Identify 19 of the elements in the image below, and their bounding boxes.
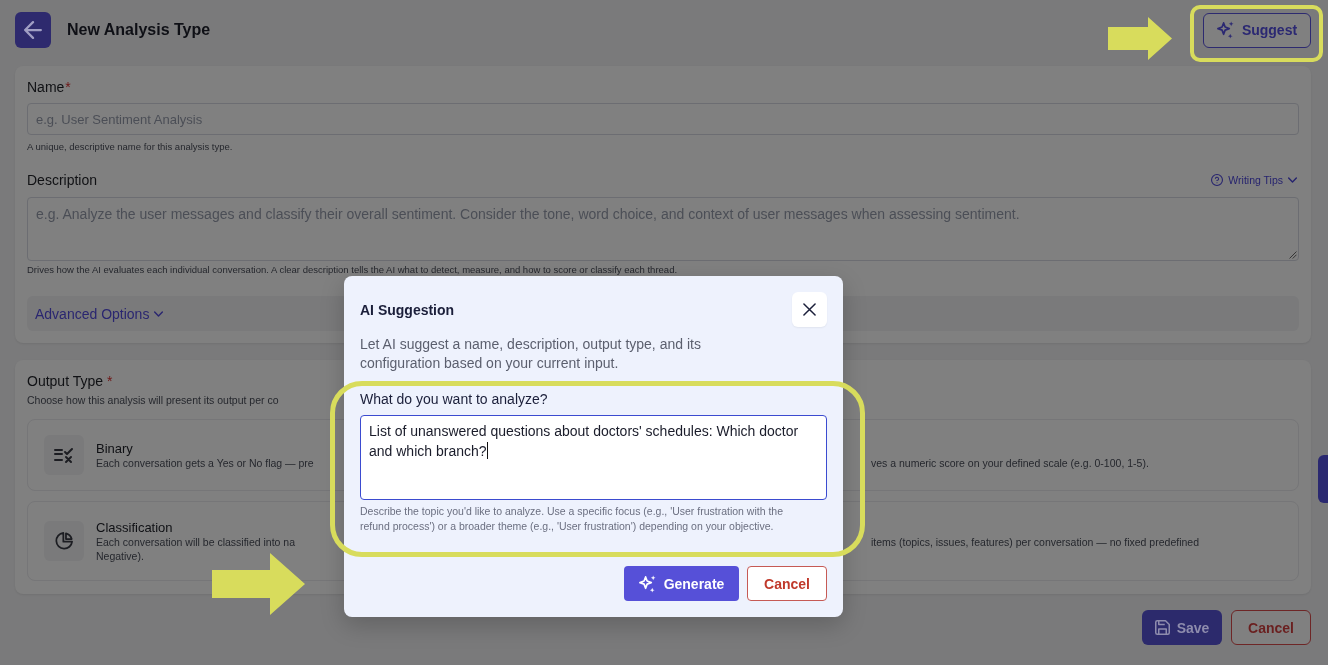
field-label: Description xyxy=(27,171,98,189)
field-help-text: Drives how the AI evaluates each individual conversation. A clear description tells the AI what to detect, measure, and how to score or classify each thread. xyxy=(27,264,678,275)
required-mark: * xyxy=(65,78,71,96)
dialog-description: Let AI suggest a name, description, output type, and its configuration based on your current input. xyxy=(360,335,702,373)
option-title: Binary xyxy=(96,440,133,456)
option-description: Each conversation gets a Yes or No flag — pre xyxy=(96,456,314,470)
field-label: Name xyxy=(27,78,65,96)
section-help-text: Choose how this analysis will present its output per co xyxy=(27,393,279,407)
option-description: Each conversation will be classified into na xyxy=(96,534,296,549)
dialog-title: AI Suggestion xyxy=(360,301,455,318)
option-title: Classification xyxy=(96,519,173,535)
option-description: Negative). xyxy=(96,548,144,563)
section-label: Output Type xyxy=(27,372,103,390)
option-description: items (topics, issues, features) per conversation — no fixed predefined xyxy=(871,534,1199,549)
required-mark: * xyxy=(107,372,113,390)
page-title: New Analysis Type xyxy=(67,21,211,39)
option-description: ves a numeric score on your defined scale (e.g. 0-100, 1-5). xyxy=(871,455,1149,470)
field-help-text: A unique, descriptive name for this analysis type. xyxy=(27,141,233,153)
field-label: What do you want to analyze? xyxy=(360,390,548,408)
